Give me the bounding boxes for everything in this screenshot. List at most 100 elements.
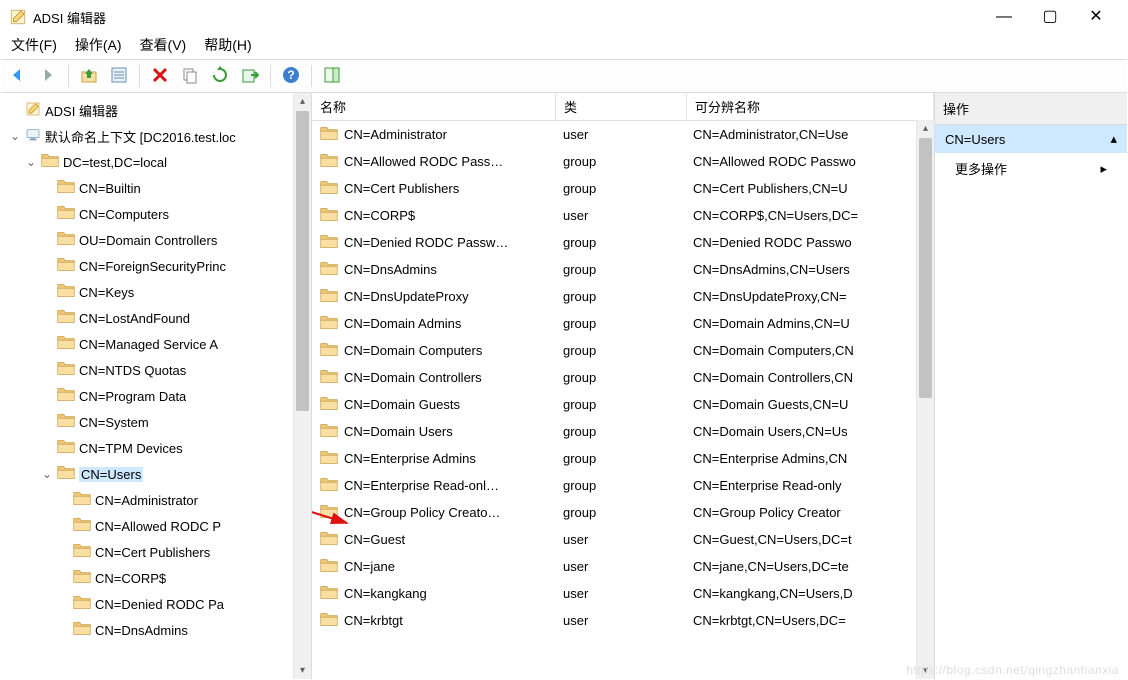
delete-button[interactable] [147,63,173,89]
list-row[interactable]: CN=AdministratoruserCN=Administrator,CN=… [312,121,934,148]
folder-icon [41,153,59,171]
list-row[interactable]: CN=Domain ControllersgroupCN=Domain Cont… [312,364,934,391]
tree-item[interactable]: ⌄ CN=Users [5,461,311,487]
refresh-button[interactable] [207,63,233,89]
forward-arrow-button[interactable] [35,63,61,89]
tree-item[interactable]: CN=NTDS Quotas [5,357,311,383]
tree-item[interactable]: ⌄ DC=test,DC=local [5,149,311,175]
export-button[interactable] [237,63,263,89]
show-hide-button[interactable] [319,63,345,89]
list-row[interactable]: CN=Group Policy Creato…groupCN=Group Pol… [312,499,934,526]
maximize-button[interactable]: ▢ [1027,2,1073,32]
folder-icon [57,179,75,197]
copy-button[interactable] [177,63,203,89]
scroll-up-icon[interactable]: ▴ [917,120,934,137]
tree-item[interactable]: CN=Allowed RODC P [5,513,311,539]
tree-item[interactable]: CN=System [5,409,311,435]
menu-item[interactable]: 操作(A) [75,35,122,55]
folder-icon [57,231,75,249]
scroll-up-icon[interactable]: ▴ [294,93,311,110]
app-icon [9,8,27,26]
list-row[interactable]: CN=Domain UsersgroupCN=Domain Users,CN=U… [312,418,934,445]
row-dn: CN=Administrator,CN=Use [685,127,934,142]
folder-icon [320,504,338,522]
tree-item[interactable]: CN=LostAndFound [5,305,311,331]
tree-item[interactable]: CN=TPM Devices [5,435,311,461]
list-row[interactable]: CN=Enterprise Read-onl…groupCN=Enterpris… [312,472,934,499]
row-dn: CN=Domain Admins,CN=U [685,316,934,331]
row-type: user [555,208,685,223]
scrollbar-thumb[interactable] [296,111,309,411]
list-row[interactable]: CN=DnsAdminsgroupCN=DnsAdmins,CN=Users [312,256,934,283]
help-button[interactable]: ? [278,63,304,89]
list-row[interactable]: CN=Enterprise AdminsgroupCN=Enterprise A… [312,445,934,472]
scrollbar-thumb[interactable] [919,138,932,398]
chevron-down-icon[interactable]: ⌄ [41,467,53,481]
menu-item[interactable]: 帮助(H) [204,35,251,55]
folder-icon [320,558,338,576]
list-row[interactable]: CN=Allowed RODC Pass…groupCN=Allowed ROD… [312,148,934,175]
chevron-down-icon[interactable]: ⌄ [25,155,37,169]
chevron-down-icon[interactable]: ⌄ [9,129,21,143]
folder-icon [57,465,75,483]
tree-item[interactable]: ⌄默认命名上下文 [DC2016.test.loc [5,123,311,149]
column-dn[interactable]: 可分辨名称 [687,93,934,120]
tree-item-label: DC=test,DC=local [63,155,167,170]
actions-more[interactable]: 更多操作 ▸ [935,153,1127,184]
row-type: group [555,154,685,169]
tree-item[interactable]: CN=DnsAdmins [5,617,311,643]
tree-item[interactable]: OU=Domain Controllers [5,227,311,253]
column-type[interactable]: 类 [556,93,687,120]
row-type: group [555,397,685,412]
row-type: group [555,451,685,466]
tree-item-label: CN=Users [79,467,143,482]
actions-selection[interactable]: CN=Users ▴ [935,125,1127,153]
row-name: CN=kangkang [344,586,427,601]
list-row[interactable]: CN=CORP$userCN=CORP$,CN=Users,DC= [312,202,934,229]
list-scrollbar[interactable]: ▴ ▾ [916,120,934,679]
tree-scrollbar[interactable]: ▴ ▾ [293,93,311,679]
tree-item[interactable]: CN=CORP$ [5,565,311,591]
folder-icon [73,595,91,613]
close-button[interactable]: ✕ [1073,2,1119,32]
back-arrow-button[interactable] [5,63,31,89]
folder-icon [57,387,75,405]
list-row[interactable]: CN=janeuserCN=jane,CN=Users,DC=te [312,553,934,580]
tree-item-label: CN=Managed Service A [79,337,218,352]
scroll-down-icon[interactable]: ▾ [294,662,311,679]
properties-button[interactable] [106,63,132,89]
folder-icon [57,335,75,353]
tree-item[interactable]: CN=Administrator [5,487,311,513]
list-row[interactable]: CN=Domain GuestsgroupCN=Domain Guests,CN… [312,391,934,418]
up-folder-button[interactable] [76,63,102,89]
window-frame: ADSI 编辑器 — ▢ ✕ 文件(F) 操作(A) 查看(V) 帮助(H) ? AD… [0,0,1128,680]
list-row[interactable]: CN=GuestuserCN=Guest,CN=Users,DC=t [312,526,934,553]
actions-title: 操作 [935,93,1127,125]
menu-item[interactable]: 查看(V) [140,35,187,55]
list-row[interactable]: CN=Cert PublishersgroupCN=Cert Publisher… [312,175,934,202]
menu-item[interactable]: 文件(F) [11,35,57,55]
tree-item[interactable]: CN=Cert Publishers [5,539,311,565]
row-name: CN=DnsUpdateProxy [344,289,469,304]
tree-item[interactable]: CN=Keys [5,279,311,305]
folder-icon [57,361,75,379]
tree-item[interactable]: CN=Managed Service A [5,331,311,357]
list-row[interactable]: CN=krbtgtuserCN=krbtgt,CN=Users,DC= [312,607,934,634]
tree-item[interactable]: CN=Denied RODC Pa [5,591,311,617]
tree-item[interactable]: CN=ForeignSecurityPrinc [5,253,311,279]
column-name[interactable]: 名称 [312,93,556,120]
minimize-button[interactable]: — [981,2,1027,32]
tree-item[interactable]: CN=Builtin [5,175,311,201]
tree-item[interactable]: CN=Computers [5,201,311,227]
tree-item[interactable]: CN=Program Data [5,383,311,409]
list-row[interactable]: CN=kangkanguserCN=kangkang,CN=Users,D [312,580,934,607]
collapse-icon: ▴ [1110,131,1117,147]
tree-item[interactable]: ADSI 编辑器 [5,97,311,123]
row-name: CN=DnsAdmins [344,262,437,277]
list-row[interactable]: CN=Domain ComputersgroupCN=Domain Comput… [312,337,934,364]
list-row[interactable]: CN=Domain AdminsgroupCN=Domain Admins,CN… [312,310,934,337]
list-row[interactable]: CN=DnsUpdateProxygroupCN=DnsUpdateProxy,… [312,283,934,310]
window-title: ADSI 编辑器 [33,8,106,27]
list-row[interactable]: CN=Denied RODC Passw…groupCN=Denied RODC… [312,229,934,256]
actions-more-label: 更多操作 [955,159,1007,178]
